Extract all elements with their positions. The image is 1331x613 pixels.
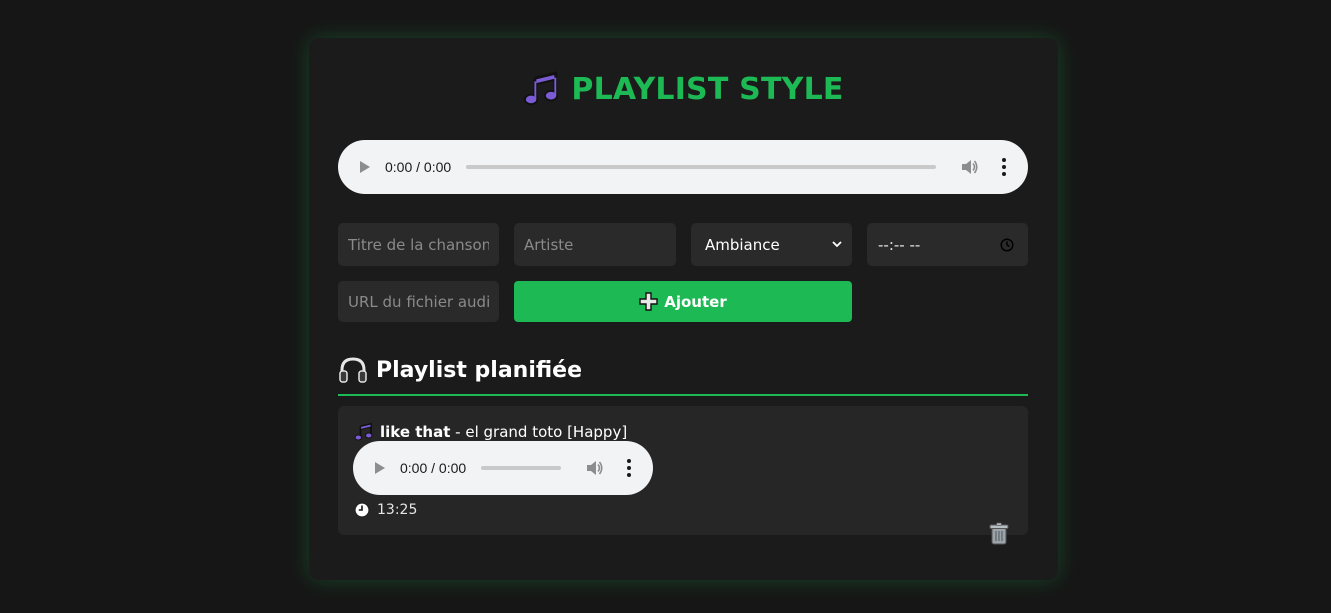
audio-url-input[interactable] [338,281,499,322]
volume-icon[interactable] [960,159,978,175]
time-input[interactable]: --:-- -- [867,223,1028,266]
scheduled-time-value: 13:25 [377,502,418,518]
plus-icon [639,292,658,311]
artist-input[interactable] [514,223,676,266]
playlist-heading: Playlist planifiée [338,356,582,384]
main-audio-player[interactable]: 0:00 / 0:00 [338,140,1028,194]
page-title: PLAYLIST STYLE [309,70,1058,108]
add-button-label: Ajouter [664,292,727,311]
playlist-card: PLAYLIST STYLE 0:00 / 0:00 Ambiance --:-… [309,38,1058,580]
chevron-down-icon [832,241,842,248]
clock-icon [354,502,370,518]
more-options-icon[interactable] [627,459,631,477]
trash-icon[interactable] [988,522,1010,546]
mood-select-value: Ambiance [705,235,780,254]
scheduled-time: 13:25 [354,502,417,518]
playlist-item-text: like that - el grand toto [Happy] [380,423,627,441]
item-player-time: 0:00 / 0:00 [400,460,467,476]
music-notes-icon [354,422,373,441]
song-title-input[interactable] [338,223,499,266]
item-seek-bar[interactable] [481,466,562,470]
play-icon[interactable] [375,462,385,474]
player-time: 0:00 / 0:00 [385,159,452,175]
playlist-item: like that - el grand toto [Happy] 0:00 /… [338,406,1028,545]
song-details: - el grand toto [Happy] [450,423,628,441]
mood-select[interactable]: Ambiance [691,223,852,266]
music-notes-icon [524,71,559,106]
song-title: like that [380,423,451,441]
heading-divider [338,394,1028,396]
more-options-icon[interactable] [1002,158,1006,176]
title-text: PLAYLIST STYLE [571,71,844,107]
volume-icon[interactable] [585,460,603,476]
seek-bar[interactable] [466,165,936,169]
headphones-icon [339,357,367,383]
clock-icon[interactable] [1000,237,1014,252]
item-audio-player[interactable]: 0:00 / 0:00 [353,441,653,495]
time-input-value: --:-- -- [878,235,921,254]
playlist-item-info: like that - el grand toto [Happy] [354,422,627,442]
playlist-heading-text: Playlist planifiée [376,357,583,383]
add-button[interactable]: Ajouter [514,281,852,322]
play-icon[interactable] [360,161,370,173]
